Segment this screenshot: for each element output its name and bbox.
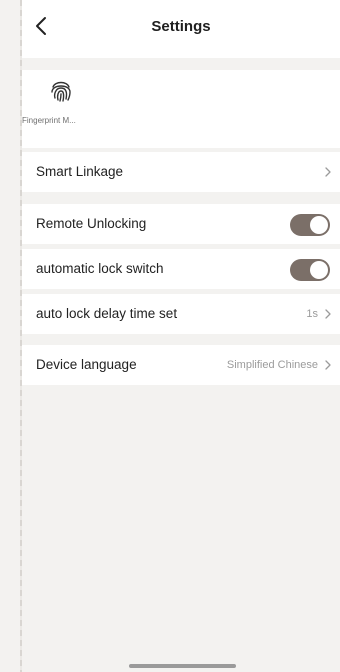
auto-lock-delay-label: auto lock delay time set [36,306,178,321]
settings-screen: Settings Fingerprint M... Smart Linkage … [0,0,340,672]
remote-unlocking-label: Remote Unlocking [36,216,147,231]
remote-unlocking-toggle[interactable] [290,214,330,236]
chevron-right-icon [325,360,331,370]
chevron-right-icon [325,309,331,319]
fingerprint-label: Fingerprint M... [22,116,76,125]
toggle-knob [310,216,328,234]
auto-lock-switch-row: automatic lock switch [22,249,340,289]
device-language-row[interactable]: Device language Simplified Chinese [22,345,340,385]
page-title: Settings [151,18,211,35]
smart-linkage-label: Smart Linkage [36,164,124,179]
auto-lock-switch-label: automatic lock switch [36,261,164,276]
fingerprint-icon [48,78,74,104]
home-indicator[interactable] [129,664,236,668]
chevron-right-icon [325,167,331,177]
toggle-knob [310,261,328,279]
auto-lock-switch-toggle[interactable] [290,259,330,281]
fingerprint-management-card[interactable]: Fingerprint M... [22,70,340,148]
smart-linkage-row[interactable]: Smart Linkage [22,152,340,192]
auto-lock-delay-value: 1s [306,308,318,320]
device-language-value: Simplified Chinese [226,359,318,371]
remote-unlocking-row: Remote Unlocking [22,204,340,244]
auto-lock-delay-row[interactable]: auto lock delay time set 1s [22,294,340,334]
device-language-label: Device language [36,357,137,372]
header-bar: Settings [22,0,340,58]
